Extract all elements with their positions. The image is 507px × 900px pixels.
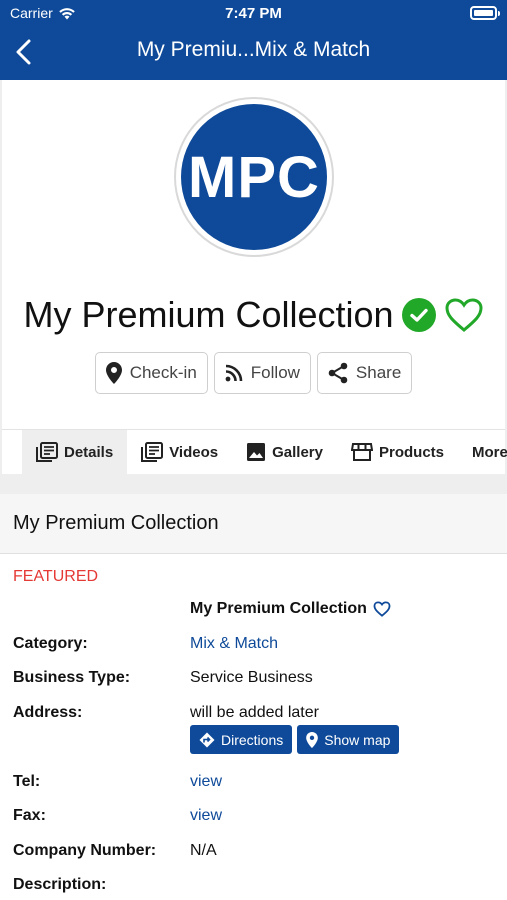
business-type-value: Service Business [190, 669, 313, 686]
follow-label: Follow [250, 363, 300, 382]
description-label: Description: [13, 876, 107, 893]
tab-more[interactable]: More [458, 430, 507, 474]
top-bar: Carrier 7:47 PM My Premiu...Mix & Match [0, 0, 507, 80]
tel-label: Tel: [13, 773, 41, 790]
nav-title: My Premiu...Mix & Match [136, 38, 371, 61]
business-header: MPC My Premium Collection Check-in Follo… [2, 80, 507, 474]
show-map-label: Show map [324, 731, 391, 748]
business-name: My Premium Collection [23, 294, 394, 335]
tab-videos-label: Videos [169, 443, 219, 461]
business-type-label: Business Type: [13, 669, 131, 686]
tel-row: Tel: view [0, 773, 507, 799]
status-time: 7:47 PM [225, 5, 282, 22]
verified-icon [401, 298, 436, 332]
company-number-label: Company Number: [13, 842, 157, 859]
battery-icon [470, 6, 500, 20]
show-map-button[interactable]: Show map [297, 725, 400, 754]
rss-icon [225, 364, 243, 382]
fax-label: Fax: [13, 807, 46, 824]
fax-view-link[interactable]: view [190, 807, 222, 825]
tab-more-label: More [472, 443, 507, 461]
company-number-row: Company Number: N/A [0, 842, 507, 868]
business-title-row: My Premium Collection [2, 294, 505, 336]
videos-icon [141, 442, 164, 462]
tab-videos[interactable]: Videos [127, 430, 232, 474]
favorite-heart-icon[interactable] [444, 297, 484, 333]
map-pin-icon [105, 362, 122, 384]
tab-gallery[interactable]: Gallery [232, 430, 337, 474]
category-link[interactable]: Mix & Match [190, 635, 278, 653]
share-label: Share [355, 363, 402, 382]
image-icon [247, 443, 266, 461]
directions-label: Directions [221, 731, 284, 748]
category-row: Category: Mix & Match [0, 635, 507, 661]
follow-button[interactable]: Follow [213, 352, 311, 394]
address-value: will be added later [190, 704, 319, 721]
address-label: Address: [13, 704, 83, 721]
status-bar: Carrier 7:47 PM [0, 0, 507, 28]
tab-details[interactable]: Details [22, 430, 128, 474]
map-pin-icon [306, 731, 319, 748]
directions-icon [199, 732, 215, 747]
tab-products-label: Products [379, 443, 445, 461]
back-button[interactable] [12, 38, 38, 66]
details-title: My Premium Collection [0, 494, 507, 554]
tab-details-label: Details [64, 443, 114, 461]
name-value-text: My Premium Collection [190, 600, 367, 617]
category-label: Category: [13, 635, 88, 652]
business-type-row: Business Type: Service Business [0, 669, 507, 695]
company-number-value: N/A [190, 842, 217, 859]
store-icon [351, 443, 373, 461]
fax-row: Fax: view [0, 807, 507, 833]
description-row: Description: [0, 876, 507, 900]
checkin-button[interactable]: Check-in [94, 352, 208, 394]
heart-icon[interactable] [373, 601, 391, 617]
checkin-label: Check-in [129, 363, 197, 382]
business-logo: MPC [174, 97, 334, 257]
name-row: My Premium Collection [0, 600, 507, 626]
logo-text: MPC [181, 104, 327, 250]
details-panel: My Premium Collection FEATURED My Premiu… [0, 494, 507, 900]
tab-gallery-label: Gallery [272, 443, 323, 461]
share-icon [328, 362, 348, 384]
name-value: My Premium Collection [190, 600, 391, 618]
directions-button[interactable]: Directions [190, 725, 293, 754]
action-buttons: Check-in Follow Share [2, 352, 505, 394]
tel-view-link[interactable]: view [190, 773, 222, 791]
share-button[interactable]: Share [316, 352, 413, 394]
screen: Carrier 7:47 PM My Premiu...Mix & Match … [0, 0, 507, 900]
tab-products[interactable]: Products [337, 430, 458, 474]
tab-bar: Details Videos Gallery Products More [2, 429, 507, 474]
details-icon [36, 442, 58, 462]
address-buttons: Directions Show map [190, 725, 400, 754]
featured-badge: FEATURED [13, 568, 99, 585]
